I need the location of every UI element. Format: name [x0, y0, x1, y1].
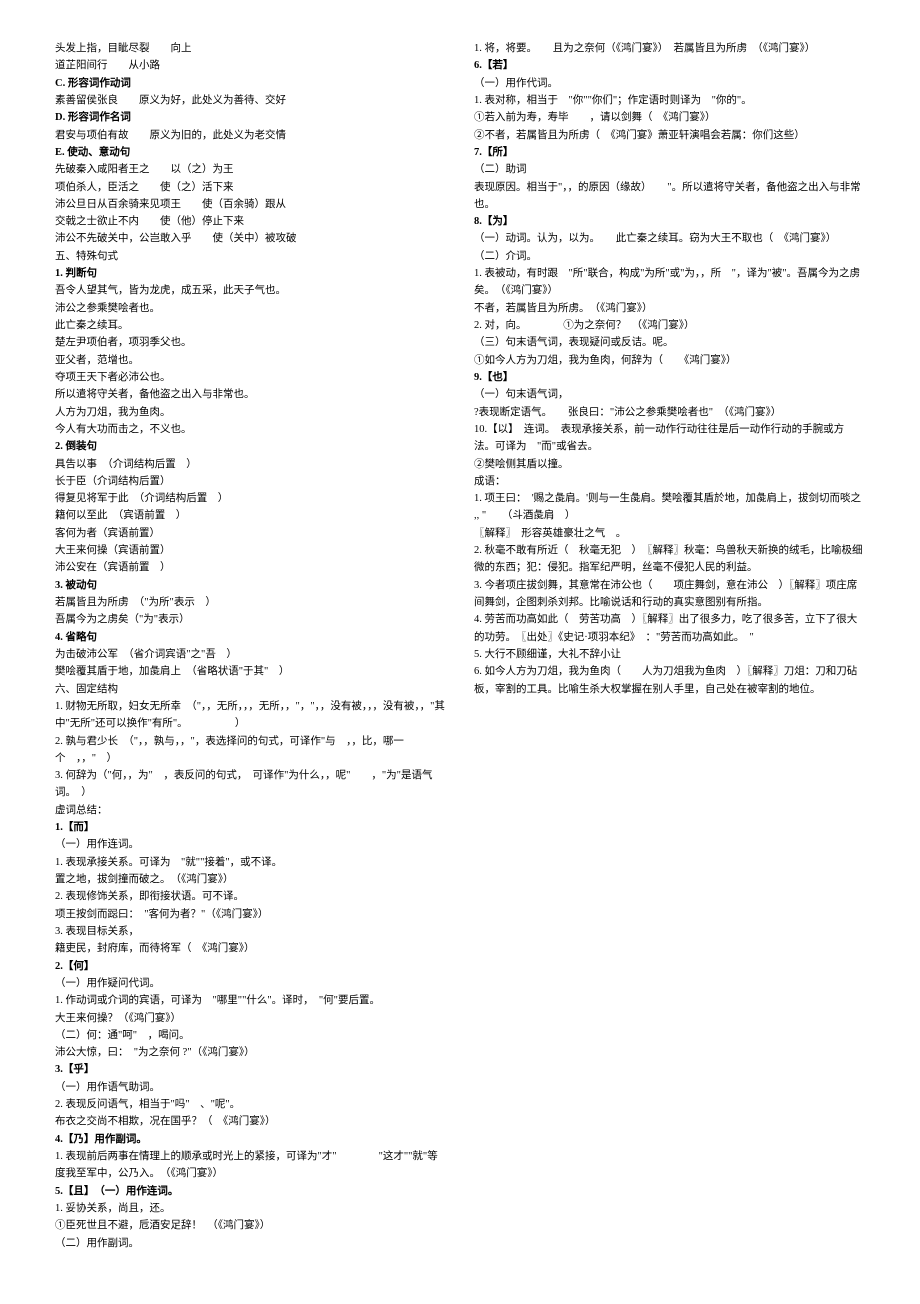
text-line: 吾属今为之虏矣（"为"表示）	[55, 611, 446, 628]
left-column: 头发上指，目眦尽裂 向上道芷阳间行 从小路C. 形容词作动词素善留侯张良 原义为…	[55, 40, 446, 1264]
text-line: C. 形容词作动词	[55, 75, 446, 92]
text-line: 客何为者（宾语前置）	[55, 525, 446, 542]
text-line: 1. 表被动，有时跟 "所"联合，构成"为所"或"为，，所 "，译为"被"。吾属…	[474, 265, 865, 300]
text-line: 籍何以至此 （宾语前置 ）	[55, 507, 446, 524]
text-line: 成语：	[474, 473, 865, 490]
text-line: 樊哙覆其盾于地，加彘肩上 （省略状语"于其" ）	[55, 663, 446, 680]
text-line: （二）介词。	[474, 248, 865, 265]
text-line: 素善留侯张良 原义为好，此处义为善待、交好	[55, 92, 446, 109]
text-line: 1.【而】	[55, 819, 446, 836]
text-line: 3. 表现目标关系，	[55, 923, 446, 940]
text-line: 2. 孰与君少长 （"，，孰与，，"，表选择问的句式，可译作"与 ，，比，哪一个…	[55, 733, 446, 768]
text-line: 3.【乎】	[55, 1061, 446, 1078]
text-line: 所以遣将守关者，备他盗之出入与非常也。	[55, 386, 446, 403]
text-line: 不者，若属皆且为所虏。 （《鸿门宴》）	[474, 300, 865, 317]
text-line: 夺项王天下者必沛公也。	[55, 369, 446, 386]
text-line: 项王按剑而跽曰： "客何为者？"（《鸿门宴》）	[55, 906, 446, 923]
text-line: 2. 倒装句	[55, 438, 446, 455]
text-line: 8.【为】	[474, 213, 865, 230]
text-line: 沛公大惊，曰： "为之奈何 ?"（《鸿门宴》）	[55, 1044, 446, 1061]
text-line: 2.【何】	[55, 958, 446, 975]
text-line: E. 使动、意动句	[55, 144, 446, 161]
text-line: 大王来何操（宾语前置）	[55, 542, 446, 559]
text-line: 1. 财物无所取，妇女无所幸 （"，，无所，，，无所，，"，"，，没有被，，，没…	[55, 698, 446, 733]
text-line: 置之地，拔剑撞而破之。 （《鸿门宴》）	[55, 871, 446, 888]
text-line: 亚父者，范增也。	[55, 352, 446, 369]
text-line: ①臣死世且不避，卮酒安足辞！ （《鸿门宴》）	[55, 1217, 446, 1234]
text-line: 5.【且】 （一）用作连词。	[55, 1183, 446, 1200]
text-line: 项伯杀人，臣活之 使（之）活下来	[55, 179, 446, 196]
text-line: 1. 表现承接关系。可译为 "就""接着"，或不译。	[55, 854, 446, 871]
text-line: 2. 表现反问语气，相当于"吗" 、"呢"。	[55, 1096, 446, 1113]
text-line: 先破秦入咸阳者王之 以（之）为王	[55, 161, 446, 178]
text-line: （一）用作疑问代词。	[55, 975, 446, 992]
text-line: 9.【也】	[474, 369, 865, 386]
text-line: ②不者，若属皆且为所虏（ 《鸿门宴》萧亚轩演唱会若属：你们这些）	[474, 127, 865, 144]
text-line: 5. 大行不顾细谨，大礼不辞小让	[474, 646, 865, 663]
text-line: （一）用作连词。	[55, 836, 446, 853]
text-line: 人方为刀俎，我为鱼肉。	[55, 404, 446, 421]
text-line: 4. 省略句	[55, 629, 446, 646]
text-line: 1. 项王曰： '赐之彘肩。'则与一生彘肩。樊哙覆其盾於地，加彘肩上，拔剑切而啖…	[474, 490, 865, 525]
text-line: 沛公安在（宾语前置 ）	[55, 559, 446, 576]
text-line: 1. 表现前后两事在情理上的顺承或时光上的紧接，可译为"才" "这才""就"等	[55, 1148, 446, 1165]
text-line: 为击破沛公军 （省介词宾语"之"吾 ）	[55, 646, 446, 663]
text-line: （一）用作语气助词。	[55, 1079, 446, 1096]
text-line: ②樊哙侧其盾以撞。	[474, 456, 865, 473]
text-line: 1. 作动词或介词的宾语，可译为 "哪里""什么"。译时， "何"要后置。	[55, 992, 446, 1009]
text-line: 6. 如今人方为刀俎，我为鱼肉（ 人为刀俎我为鱼肉 ）〖解释〗刀俎：刀和刀砧板，…	[474, 663, 865, 698]
text-line: （一）用作代词。	[474, 75, 865, 92]
text-line: 此亡秦之续耳。	[55, 317, 446, 334]
text-line: 籍吏民，封府库，而待将军（ 《鸿门宴》）	[55, 940, 446, 957]
text-line: ①如今人方为刀俎，我为鱼肉，何辞为（ 《鸿门宴》）	[474, 352, 865, 369]
text-line: 吾令人望其气，皆为龙虎，成五采，此天子气也。	[55, 282, 446, 299]
text-line: 若属皆且为所虏 （"为所"表示 ）	[55, 594, 446, 611]
text-line: 2. 表现修饰关系，即衔接状语。可不译。	[55, 888, 446, 905]
text-line: 沛公不先破关中，公岂敢入乎 使（关中）被攻破	[55, 230, 446, 247]
text-line: 沛公旦日从百余骑来见项王 使（百余骑）跟从	[55, 196, 446, 213]
text-line: ①若入前为寿，寿毕 ，请以剑舞（ 《鸿门宴》）	[474, 109, 865, 126]
text-line: 4. 劳苦而功高如此（ 劳苦功高 ）〖解释〗出了很多力，吃了很多苦，立下了很大的…	[474, 611, 865, 646]
text-line: （二）助词	[474, 161, 865, 178]
text-line: 1. 将，将要。 且为之奈何（《鸿门宴》） 若属皆且为所虏 （《鸿门宴》）	[474, 40, 865, 57]
text-line: 2. 对，向。 ①为之奈何？ （《鸿门宴》）	[474, 317, 865, 334]
text-line: 表现原因。相当于"，，的原因（缘故） "。所以遣将守关者，备他盗之出入与非常也。	[474, 179, 865, 214]
text-line: 楚左尹项伯者，项羽季父也。	[55, 334, 446, 351]
text-line: （二）何：通"呵" ，喝问。	[55, 1027, 446, 1044]
text-line: 长于臣（介词结构后置）	[55, 473, 446, 490]
text-line: （二）用作副词。	[55, 1235, 446, 1252]
text-line: 〖解释〗 形容英雄豪壮之气 。	[474, 525, 865, 542]
text-line: 6.【若】	[474, 57, 865, 74]
text-line: 10.【以】 连词。 表现承接关系，前一动作行动往往是后一动作行动的手腕或方法。…	[474, 421, 865, 456]
text-line: （三）句末语气词，表现疑问或反诘。呢。	[474, 334, 865, 351]
text-line: 1. 表对称，相当于 "你""你们"；作定语时则译为 "你的"。	[474, 92, 865, 109]
text-line: 4.【乃】用作副词。	[55, 1131, 446, 1148]
text-line: 头发上指，目眦尽裂 向上	[55, 40, 446, 57]
text-line: 沛公之参乘樊哙者也。	[55, 300, 446, 317]
text-line: ?表现断定语气。 张良曰："沛公之参乘樊哙者也" （《鸿门宴》）	[474, 404, 865, 421]
text-line: 得复见将军于此 （介词结构后置 ）	[55, 490, 446, 507]
text-line: 2. 秋毫不敢有所近（ 秋毫无犯 ） 〖解释〗秋毫：鸟兽秋天新换的绒毛，比喻极细…	[474, 542, 865, 577]
text-line: 3. 何辞为（"何，，为" ，表反问的句式， 可译作"为什么，，呢" ，"为"是…	[55, 767, 446, 802]
text-line: 大王来何操？（《鸿门宴》）	[55, 1010, 446, 1027]
text-line: 君安与项伯有故 原义为旧的，此处义为老交情	[55, 127, 446, 144]
text-line: 3. 今者项庄拔剑舞，其意常在沛公也（ 项庄舞剑，意在沛公 ）〖解释〗项庄席间舞…	[474, 577, 865, 612]
text-line: 道芷阳间行 从小路	[55, 57, 446, 74]
text-line: 3. 被动句	[55, 577, 446, 594]
text-line: 1. 判断句	[55, 265, 446, 282]
text-line: 度我至军中，公乃入。 （《鸿门宴》）	[55, 1165, 446, 1182]
text-line: 交戟之士欲止不内 使（他）停止下来	[55, 213, 446, 230]
text-line: D. 形容词作名词	[55, 109, 446, 126]
text-line: （一）动词。认为，以为。 此亡秦之续耳。窃为大王不取也（ 《鸿门宴》）	[474, 230, 865, 247]
text-line: 五、特殊句式	[55, 248, 446, 265]
text-line: 六、固定结构	[55, 681, 446, 698]
text-line: 7.【所】	[474, 144, 865, 161]
right-column: 1. 将，将要。 且为之奈何（《鸿门宴》） 若属皆且为所虏 （《鸿门宴》）6.【…	[474, 40, 865, 1264]
text-line: 1. 妥协关系，尚且，还。	[55, 1200, 446, 1217]
text-line: （一）句末语气词，	[474, 386, 865, 403]
text-line: 虚词总结：	[55, 802, 446, 819]
text-line: 布衣之交尚不相欺，况在国乎？（ 《鸿门宴》）	[55, 1113, 446, 1130]
text-line: 今人有大功而击之，不义也。	[55, 421, 446, 438]
text-line: 具告以事 （介词结构后置 ）	[55, 456, 446, 473]
